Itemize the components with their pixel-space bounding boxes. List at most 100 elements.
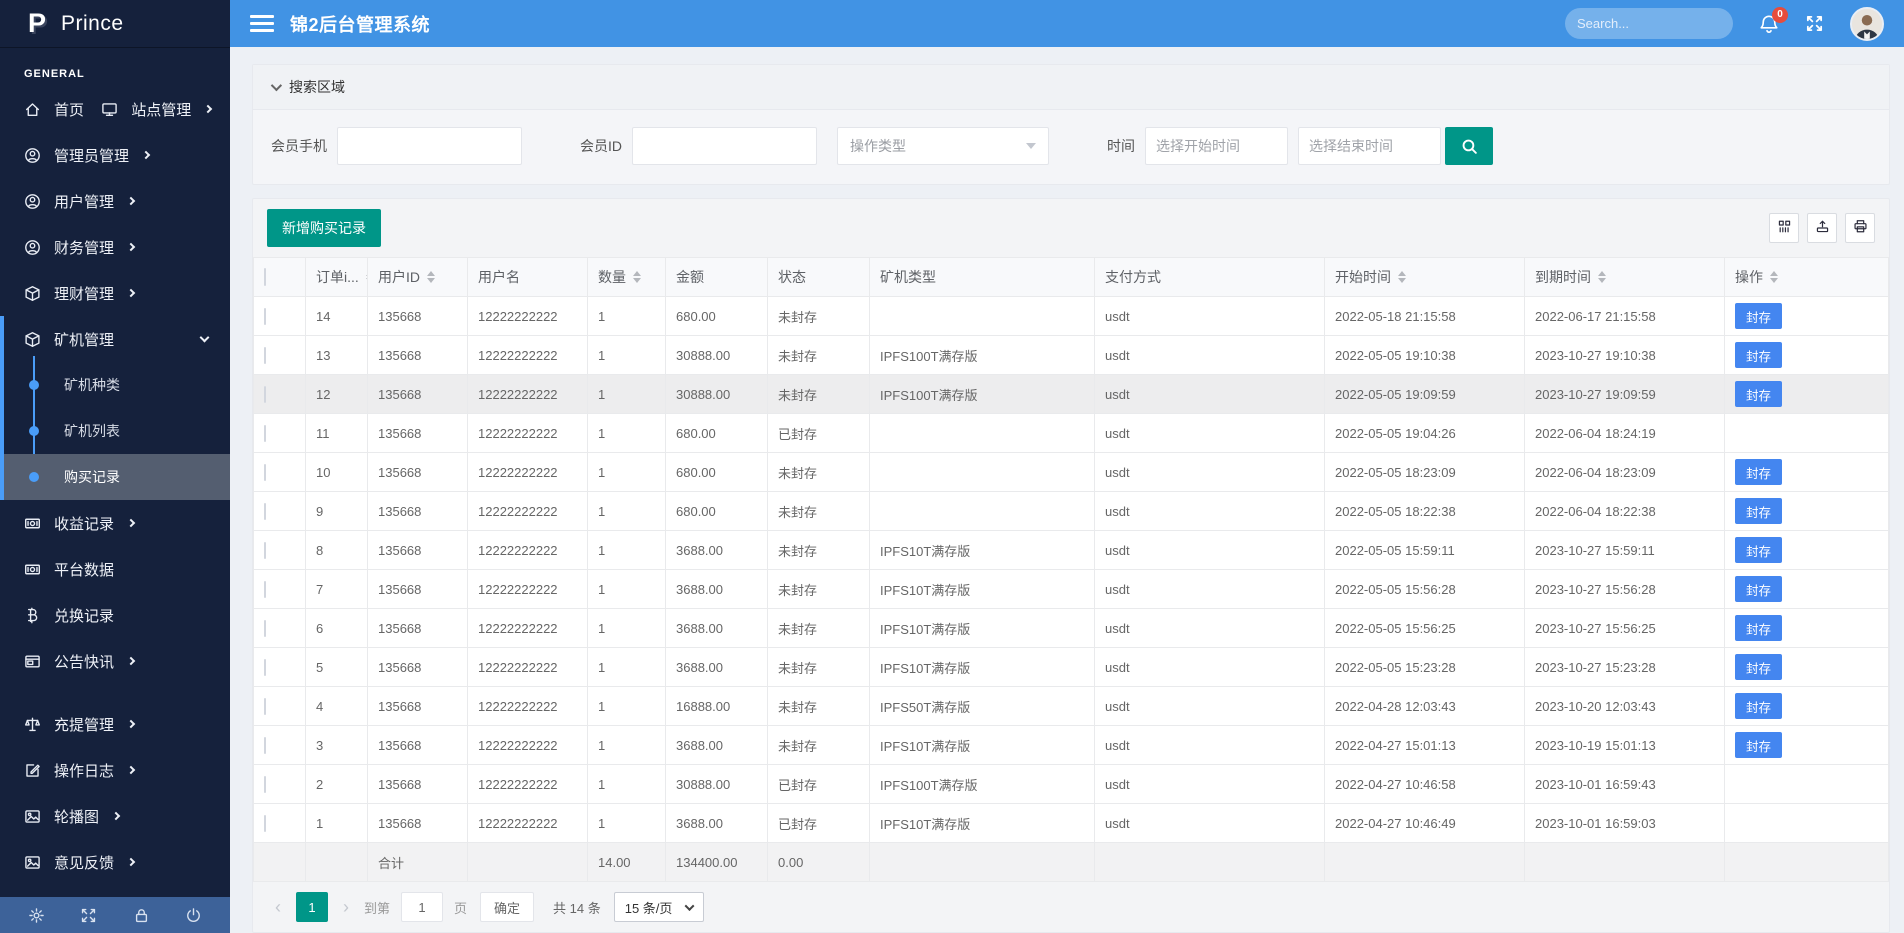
sidebar-item-carousel[interactable]: 轮播图 [0,793,230,839]
seal-button[interactable]: 封存 [1735,576,1782,602]
sidebar-item-miner-types[interactable]: 矿机种类 [4,362,230,408]
add-purchase-record-button[interactable]: 新增购买记录 [267,209,381,247]
start-time-input[interactable] [1145,127,1288,165]
next-page-button[interactable]: › [335,897,357,918]
page-number-input[interactable] [401,892,443,922]
sidebar-item-wealth-management[interactable]: 理财管理 [0,270,230,316]
cell-pay: usdt [1095,609,1325,648]
page-size-select[interactable]: 15 条/页 [614,892,705,922]
row-checkbox[interactable] [264,308,266,325]
row-checkbox[interactable] [264,659,266,676]
power-button[interactable] [185,907,202,924]
current-page-button[interactable]: 1 [296,892,328,922]
expand-button[interactable] [80,907,97,924]
sidebar-item-miner-list[interactable]: 矿机列表 [4,408,230,454]
seal-button[interactable]: 封存 [1735,732,1782,758]
app-logo[interactable]: P Prince [0,0,230,47]
sidebar-item-label: 公告快讯 [54,651,114,672]
column-header-order[interactable]: 订单i... [306,258,368,297]
window-icon [24,653,41,670]
user-avatar[interactable] [1850,7,1884,41]
row-checkbox[interactable] [264,347,266,364]
search-panel-header[interactable]: 搜索区域 [253,65,1889,110]
sidebar-item-label: 用户管理 [54,191,114,212]
cell-pay: usdt [1095,648,1325,687]
sidebar-item-platform-data[interactable]: 平台数据 [0,546,230,592]
select-all-header-cell [254,258,306,297]
row-checkbox[interactable] [264,425,266,442]
cell-qty: 1 [588,765,666,804]
export-button[interactable] [1807,213,1837,243]
chevron-right-icon [127,289,135,297]
column-header-uid[interactable]: 用户ID [368,258,468,297]
sidebar-item-miner-management[interactable]: 矿机管理 [4,316,230,362]
seal-button[interactable]: 封存 [1735,615,1782,641]
row-checkbox[interactable] [264,542,266,559]
sidebar-item-user-management[interactable]: 用户管理 [0,178,230,224]
row-checkbox[interactable] [264,620,266,637]
row-checkbox[interactable] [264,776,266,793]
cell-order: 10 [306,453,368,492]
member-phone-input[interactable] [337,127,522,165]
member-id-input[interactable] [632,127,817,165]
row-checkbox[interactable] [264,386,266,403]
member-phone-label: 会员手机 [271,136,327,156]
lock-button[interactable] [133,907,150,924]
sidebar-item-income-records[interactable]: 收益记录 [0,500,230,546]
sidebar-item-exchange-records[interactable]: 兑换记录 [0,592,230,638]
sort-icon[interactable] [427,271,435,283]
prev-page-button[interactable]: ‹ [267,897,289,918]
sidebar-item-home[interactable]: 首页 [0,86,101,132]
sidebar-item-site-management[interactable]: 站点管理 [101,86,230,132]
cell-action [1725,804,1889,843]
end-time-input[interactable] [1298,127,1441,165]
sidebar-item-purchase-records[interactable]: 购买记录 [4,454,230,500]
cell-miner: IPFS10T满存版 [870,648,1095,687]
seal-button[interactable]: 封存 [1735,303,1782,329]
sidebar-item-feedback[interactable]: 意见反馈 [0,839,230,885]
seal-button[interactable]: 封存 [1735,459,1782,485]
sort-icon[interactable] [633,271,641,283]
sidebar-item-admin-management[interactable]: 管理员管理 [0,132,230,178]
seal-button[interactable]: 封存 [1735,654,1782,680]
select-all-checkbox[interactable] [264,268,266,286]
confirm-page-button[interactable]: 确定 [480,892,534,922]
sort-icon[interactable] [1598,271,1606,283]
sidebar-item-finance-management[interactable]: 财务管理 [0,224,230,270]
sort-icon[interactable] [1398,271,1406,283]
sort-icon[interactable] [1770,271,1778,283]
fullscreen-button[interactable] [1805,14,1824,33]
seal-button[interactable]: 封存 [1735,381,1782,407]
filter-button[interactable] [1769,213,1799,243]
sidebar-item-announcements[interactable]: 公告快讯 [0,638,230,684]
print-button[interactable] [1845,213,1875,243]
global-search-input[interactable] [1577,16,1753,31]
seal-button[interactable]: 封存 [1735,693,1782,719]
cell-pay: usdt [1095,570,1325,609]
seal-button[interactable]: 封存 [1735,498,1782,524]
user-icon [24,193,41,210]
row-checkbox[interactable] [264,698,266,715]
column-header-qty[interactable]: 数量 [588,258,666,297]
sidebar-item-operation-logs[interactable]: 操作日志 [0,747,230,793]
sidebar-item-label: 购买记录 [64,467,120,487]
row-checkbox[interactable] [264,503,266,520]
hamburger-menu-icon[interactable] [250,15,274,32]
seal-button[interactable]: 封存 [1735,537,1782,563]
gear-button[interactable] [28,907,45,924]
operation-type-select[interactable]: 操作类型 [837,127,1049,165]
column-header-expire[interactable]: 到期时间 [1525,258,1725,297]
row-checkbox[interactable] [264,737,266,754]
cell-action: 封存 [1725,648,1889,687]
row-checkbox[interactable] [264,581,266,598]
row-checkbox[interactable] [264,464,266,481]
sidebar-item-deposit-withdraw[interactable]: 充提管理 [0,701,230,747]
seal-button[interactable]: 封存 [1735,342,1782,368]
row-checkbox[interactable] [264,815,266,832]
cell-miner: IPFS100T满存版 [870,336,1095,375]
column-header-start[interactable]: 开始时间 [1325,258,1525,297]
cell-order: 3 [306,726,368,765]
notifications-button[interactable]: 0 [1759,14,1779,34]
search-submit-button[interactable] [1445,127,1493,165]
column-header-action[interactable]: 操作 [1725,258,1889,297]
